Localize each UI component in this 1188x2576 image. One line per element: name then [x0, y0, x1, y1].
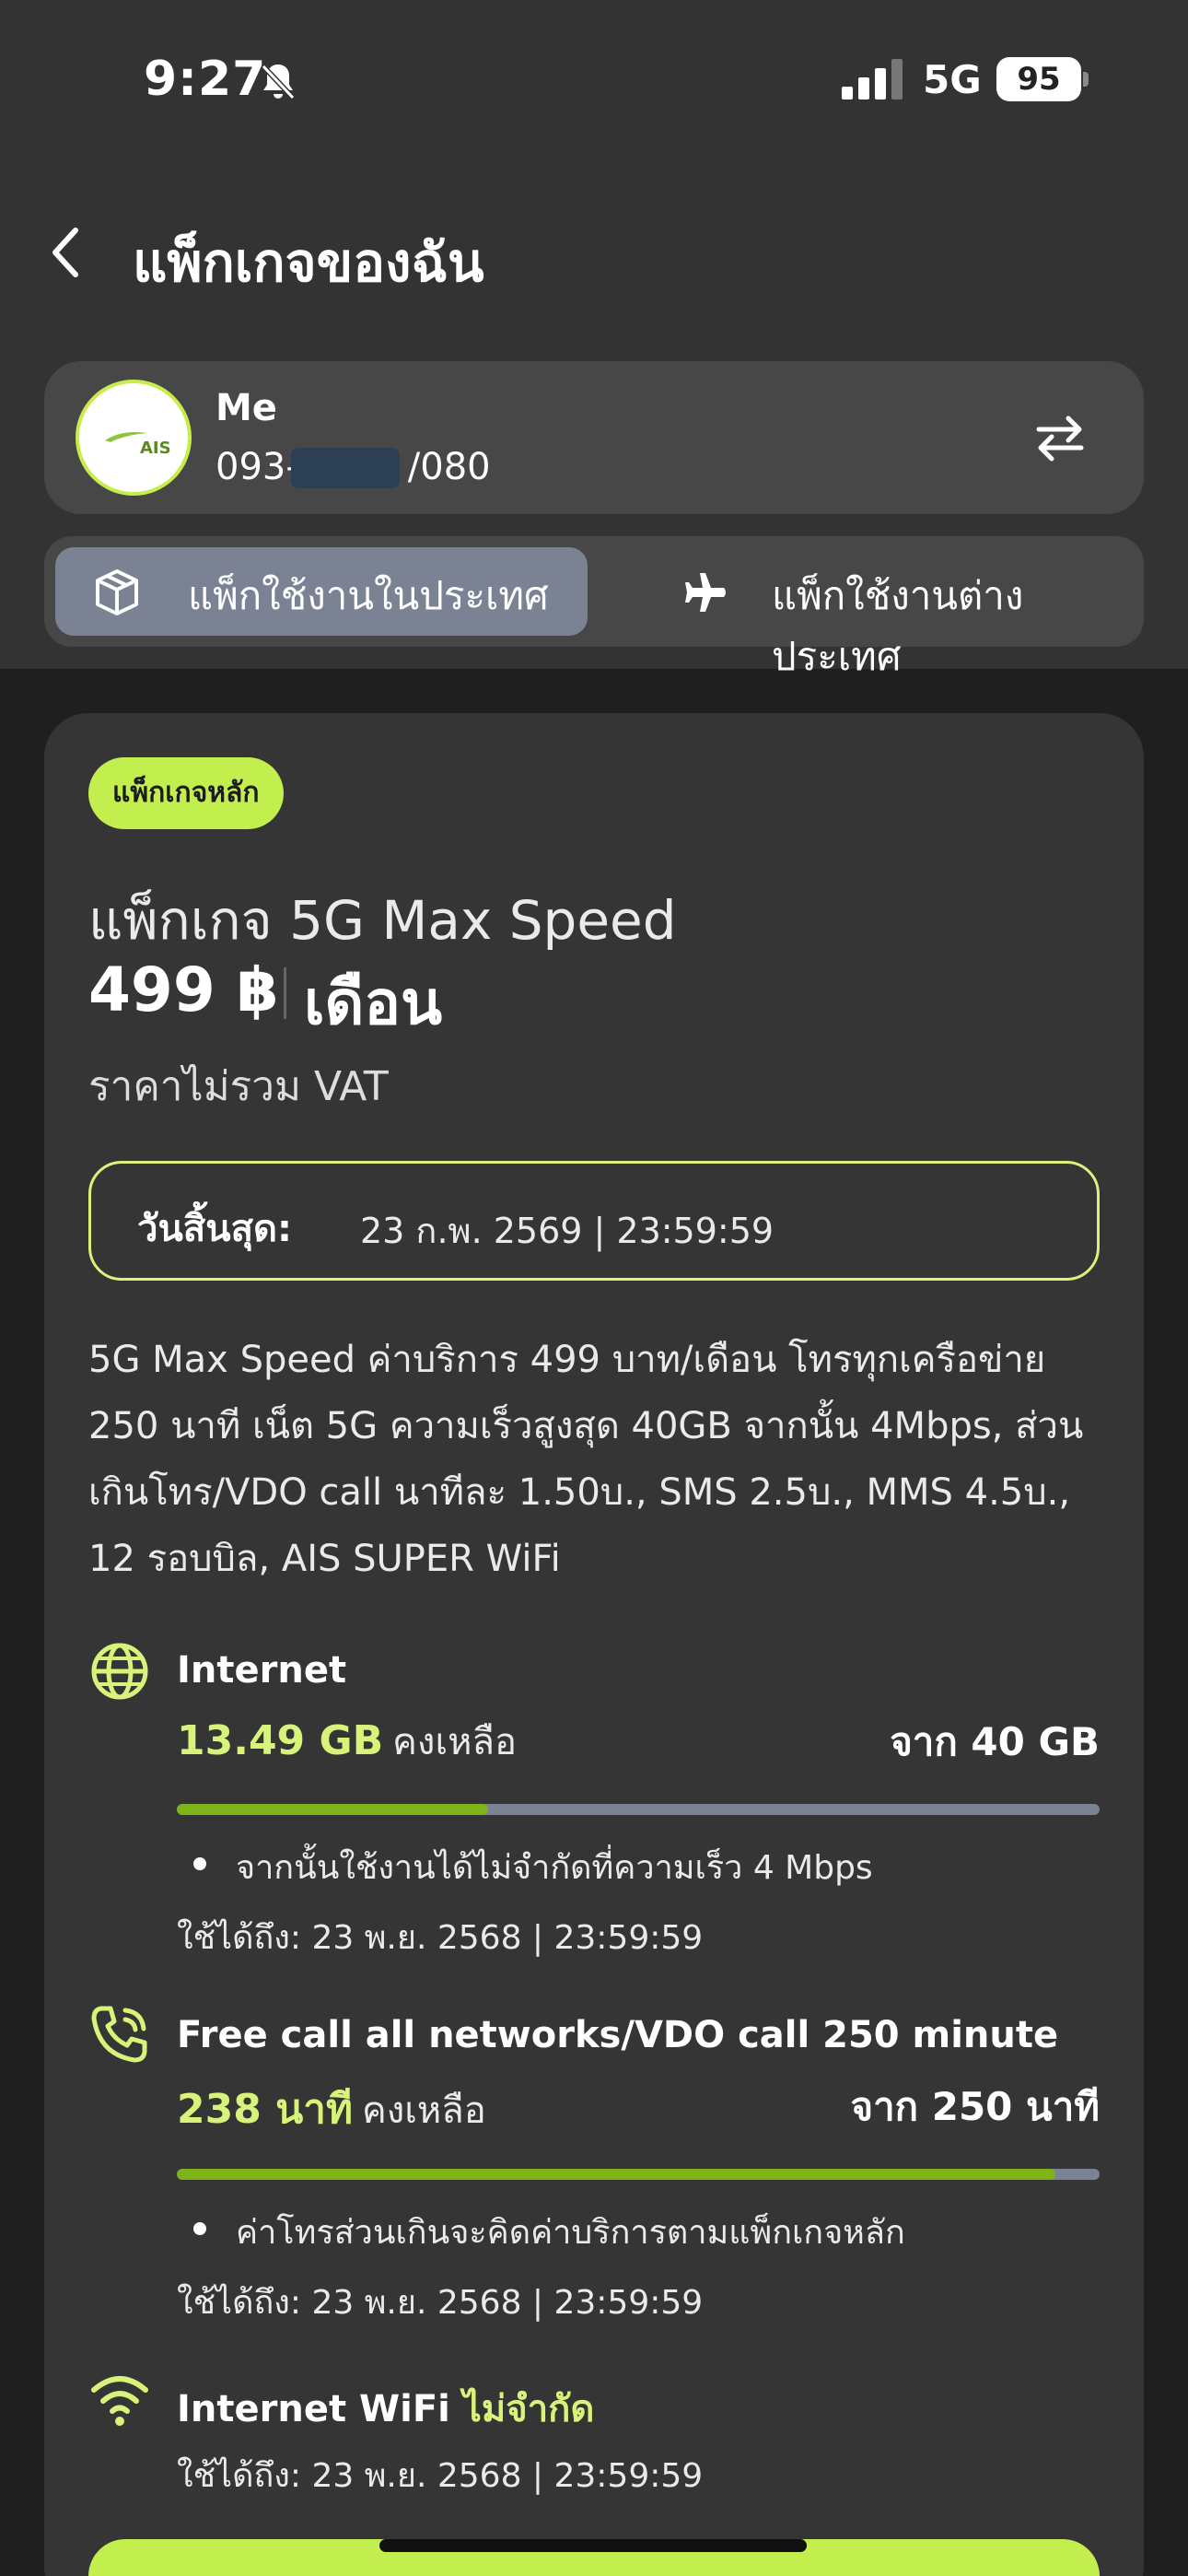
tab-domestic-label: แพ็กใช้งานในประเทศ [188, 573, 549, 618]
battery-indicator: 95 [996, 57, 1081, 101]
calls-remaining-value: 238 นาที [177, 2086, 353, 2133]
internet-remaining-suffix: คงเหลือ [392, 1721, 518, 1763]
price-unit: เดือน [304, 967, 443, 1038]
expiry-box: วันสิ้นสุด: 23 ก.พ. 2569 | 23:59:59 [88, 1161, 1100, 1281]
expiry-value: 23 ก.พ. 2569 | 23:59:59 [360, 1211, 775, 1251]
calls-progress-fill [177, 2169, 1055, 2180]
calls-total: จาก 250 นาที [850, 2084, 1100, 2129]
expiry-label: วันสิ้นสุด: [137, 1208, 292, 1250]
internet-note: จากนั้นใช้งานได้ไม่จำกัดที่ความเร็ว 4 Mb… [193, 1841, 873, 1893]
box-icon [96, 569, 138, 615]
main-package-badge: แพ็กเกจหลัก [88, 757, 284, 829]
back-chevron-icon[interactable] [44, 219, 88, 286]
internet-valid-until: ใช้ได้ถึง: 23 พ.ย. 2568 | 23:59:59 [177, 1919, 704, 1957]
package-name: แพ็กเกจ 5G Max Speed [88, 889, 677, 952]
calls-note: ค่าโทรส่วนเกินจะคิดค่าบริการตามแพ็กเกจหล… [193, 2206, 905, 2258]
internet-remaining: 13.49 GB คงเหลือ [177, 1712, 517, 1771]
page-title: แพ็กเกจของฉัน [133, 231, 484, 294]
number-prefix: 093- [215, 446, 299, 488]
vat-note: ราคาไม่รวม VAT [88, 1063, 389, 1110]
signal-icon [842, 59, 903, 100]
tab-domestic[interactable]: แพ็กใช้งานในประเทศ [55, 547, 588, 636]
internet-total: จาก 40 GB [890, 1719, 1100, 1764]
calls-remaining: 238 นาที คงเหลือ [177, 2077, 486, 2141]
tab-international[interactable]: แพ็กใช้งานต่างประเทศ [602, 547, 1133, 679]
battery-tip [1083, 72, 1089, 87]
internet-progress-fill [177, 1804, 488, 1815]
calls-progress-bar [177, 2169, 1100, 2180]
internet-progress-bar [177, 1804, 1100, 1815]
wifi-title-text: Internet WiFi [177, 2388, 450, 2430]
account-name: Me [215, 387, 277, 429]
internet-remaining-row: 13.49 GB คงเหลือ จาก 40 GB [177, 1712, 1100, 1776]
wifi-title: Internet WiFi ไม่จำกัด [177, 2379, 594, 2438]
internet-remaining-value: 13.49 GB [177, 1717, 384, 1764]
home-indicator [379, 2539, 807, 2552]
calls-valid-until: ใช้ได้ถึง: 23 พ.ย. 2568 | 23:59:59 [177, 2284, 704, 2322]
calls-remaining-row: 238 นาที คงเหลือ จาก 250 นาที [177, 2077, 1100, 2141]
internet-title: Internet [177, 1649, 347, 1692]
internet-note-text: จากนั้นใช้งานได้ไม่จำกัดที่ความเร็ว 4 Mb… [236, 1849, 873, 1887]
airplane-icon [685, 573, 726, 612]
package-card: แพ็กเกจหลัก แพ็กเกจ 5G Max Speed 499 ฿ เ… [44, 713, 1144, 2576]
price-amount: 499 ฿ [88, 954, 279, 1025]
bell-muted-icon [261, 64, 296, 100]
tab-international-label: แพ็กใช้งานต่างประเทศ [772, 573, 1024, 679]
logo-text: AIS [140, 439, 171, 458]
avatar: AIS [76, 380, 192, 496]
calls-note-text: ค่าโทรส่วนเกินจะคิดค่าบริการตามแพ็กเกจหล… [236, 2214, 905, 2252]
package-tabs: แพ็กใช้งานในประเทศ แพ็กใช้งานต่างประเทศ [44, 536, 1144, 679]
calls-remaining-suffix: คงเหลือ [361, 2090, 486, 2132]
network-type: 5G [923, 57, 982, 102]
package-description: 5G Max Speed ค่าบริการ 499 บาท/เดือน โทร… [88, 1339, 1084, 1580]
phone-call-icon [91, 2006, 147, 2063]
redaction-mask [291, 448, 400, 488]
globe-icon [91, 1643, 148, 1700]
wifi-valid-until: ใช้ได้ถึง: 23 พ.ย. 2568 | 23:59:59 [177, 2457, 704, 2495]
price-divider [284, 967, 286, 1019]
swap-arrows-icon[interactable] [1031, 409, 1089, 466]
account-card[interactable]: AIS Me 093- /080 [44, 361, 1144, 514]
status-time: 9:27 [144, 52, 267, 107]
calls-title: Free call all networks/VDO call 250 minu… [177, 2014, 1059, 2056]
wifi-icon [91, 2376, 148, 2426]
number-suffix: /080 [407, 446, 491, 488]
wifi-unlimited: ไม่จำกัด [462, 2388, 595, 2430]
